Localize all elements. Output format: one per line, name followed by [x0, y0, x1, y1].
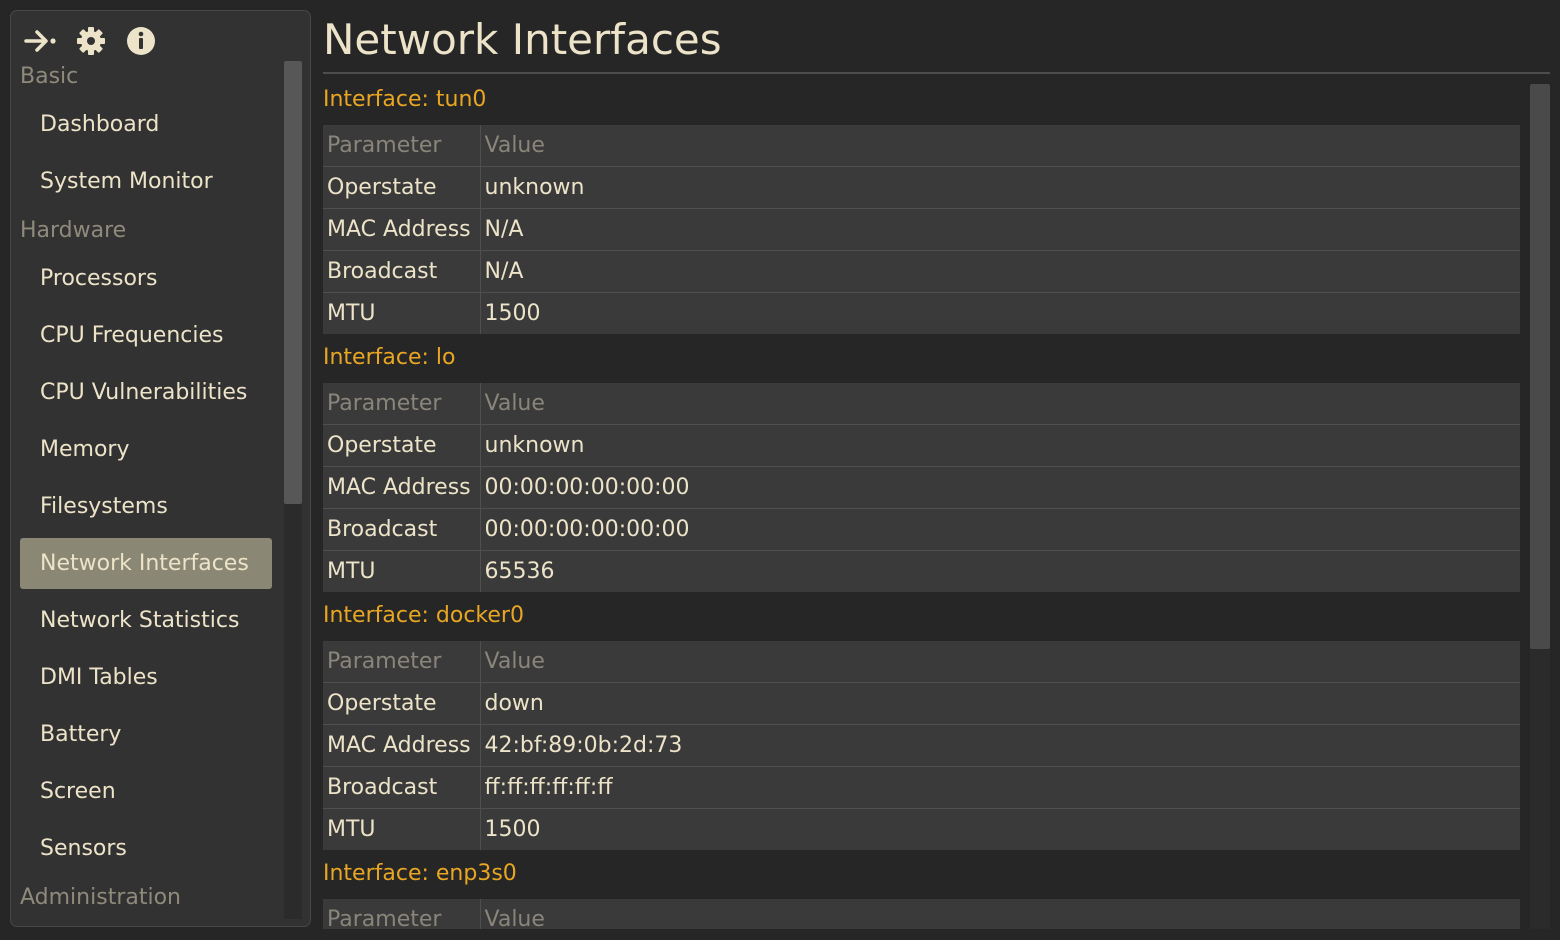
sidebar-item-sensors[interactable]: Sensors: [20, 823, 272, 874]
value-cell: ff:ff:ff:ff:ff:ff: [480, 766, 1520, 809]
value-cell: N/A: [480, 208, 1520, 251]
column-header-parameter: Parameter: [323, 641, 481, 683]
parameter-cell: MTU: [323, 808, 481, 850]
sidebar-item-filesystems[interactable]: Filesystems: [20, 481, 272, 532]
sidebar-item-memory[interactable]: Memory: [20, 424, 272, 475]
sidebar-item-screen[interactable]: Screen: [20, 766, 272, 817]
collapse-arrow-icon[interactable]: [23, 23, 59, 59]
column-header-parameter: Parameter: [323, 383, 481, 425]
interface-table: Parameter Value Operstate down MAC Address 42…: [323, 641, 1520, 850]
sidebar-section-label: Hardware: [20, 218, 127, 243]
sidebar-item-network-statistics[interactable]: Network Statistics: [20, 595, 272, 646]
parameter-cell: Broadcast: [323, 250, 481, 293]
column-header-value: Value: [480, 383, 1520, 425]
value-cell: 00:00:00:00:00:00: [480, 466, 1520, 509]
parameter-cell: Broadcast: [323, 508, 481, 551]
interface-heading: Interface: lo: [323, 345, 456, 370]
table-header-row: Parameter Value: [323, 125, 1520, 167]
column-header-value: Value: [480, 899, 1520, 929]
value-cell: 1500: [484, 817, 541, 842]
interface-table: Parameter Value: [323, 899, 1520, 929]
sidebar-section-label: Administration: [20, 885, 181, 910]
sidebar-section-label: Basic: [20, 64, 79, 89]
table-row: MAC Address N/A: [323, 208, 1520, 251]
table-row: Broadcast 00:00:00:00:00:00: [323, 508, 1520, 551]
table-row: MAC Address 00:00:00:00:00:00: [323, 466, 1520, 509]
parameter-cell: Operstate: [323, 424, 481, 467]
table-row: Operstate unknown: [323, 424, 1520, 467]
table-row: MTU 1500: [323, 292, 1520, 334]
column-header-parameter: Parameter: [323, 125, 481, 167]
parameter-cell: Broadcast: [323, 766, 481, 809]
sidebar-item-network-interfaces[interactable]: Network Interfaces: [20, 538, 272, 589]
sidebar-item-dmi-tables[interactable]: DMI Tables: [20, 652, 272, 703]
main-scrollbar-thumb[interactable]: [1530, 84, 1550, 649]
interface-table: Parameter Value Operstate unknown MAC Addres…: [323, 383, 1520, 592]
parameter-cell: MAC Address: [323, 724, 481, 767]
table-row: MTU 65536: [323, 550, 1520, 592]
value-cell: N/A: [480, 250, 1520, 293]
sidebar-scrollbar[interactable]: [284, 61, 302, 919]
interface-heading: Interface: docker0: [323, 603, 524, 628]
title-divider: [323, 72, 1550, 74]
info-icon[interactable]: [123, 23, 159, 59]
sidebar: Basic Dashboard System Monitor Hardware Proc…: [10, 10, 311, 927]
sidebar-item-battery[interactable]: Battery: [20, 709, 272, 760]
table-row: Broadcast N/A: [323, 250, 1520, 293]
interface-table: Parameter Value Operstate unknown MAC Addres…: [323, 125, 1520, 334]
table-header-row: Parameter Value: [323, 641, 1520, 683]
parameter-cell: Operstate: [323, 166, 481, 209]
table-row: Operstate unknown: [323, 166, 1520, 209]
gear-icon[interactable]: [73, 23, 109, 59]
interface-heading: Interface: tun0: [323, 87, 487, 112]
value-cell: 1500: [484, 301, 541, 326]
page-title: Network Interfaces: [323, 15, 722, 64]
parameter-cell: MTU: [323, 550, 481, 592]
parameter-cell: MAC Address: [323, 208, 481, 251]
column-header-parameter: Parameter: [323, 899, 481, 929]
column-header-value: Value: [480, 641, 1520, 683]
value-cell: 65536: [484, 559, 555, 584]
sidebar-item-dashboard[interactable]: Dashboard: [20, 99, 272, 150]
value-cell: unknown: [480, 424, 1520, 467]
sidebar-item-cpu-frequencies[interactable]: CPU Frequencies: [20, 310, 272, 361]
sidebar-scrollbar-thumb[interactable]: [284, 61, 302, 504]
interfaces-content: Interface: tun0 Parameter Value Operstate un…: [323, 84, 1520, 929]
table-header-row: Parameter Value: [323, 383, 1520, 425]
value-cell: 00:00:00:00:00:00: [480, 508, 1520, 551]
sidebar-item-system-monitor[interactable]: System Monitor: [20, 156, 272, 207]
sidebar-item-cpu-vulnerabilities[interactable]: CPU Vulnerabilities: [20, 367, 272, 418]
table-row: MTU 1500: [323, 808, 1520, 850]
sidebar-item-processors[interactable]: Processors: [20, 253, 272, 304]
main-scrollbar[interactable]: [1530, 84, 1550, 929]
table-row: Broadcast ff:ff:ff:ff:ff:ff: [323, 766, 1520, 809]
parameter-cell: MAC Address: [323, 466, 481, 509]
parameter-cell: MTU: [323, 292, 481, 334]
value-cell: unknown: [480, 166, 1520, 209]
table-row: MAC Address 42:bf:89:0b:2d:73: [323, 724, 1520, 767]
interface-heading: Interface: enp3s0: [323, 861, 517, 886]
sidebar-nav: Basic Dashboard System Monitor Hardware Proc…: [11, 59, 283, 920]
value-cell: 42:bf:89:0b:2d:73: [480, 724, 1520, 767]
table-row: Operstate down: [323, 682, 1520, 725]
toolbar: [23, 23, 173, 59]
parameter-cell: Operstate: [323, 682, 481, 725]
value-cell: down: [480, 682, 1520, 725]
column-header-value: Value: [480, 125, 1520, 167]
table-header-row: Parameter Value: [323, 899, 1520, 929]
